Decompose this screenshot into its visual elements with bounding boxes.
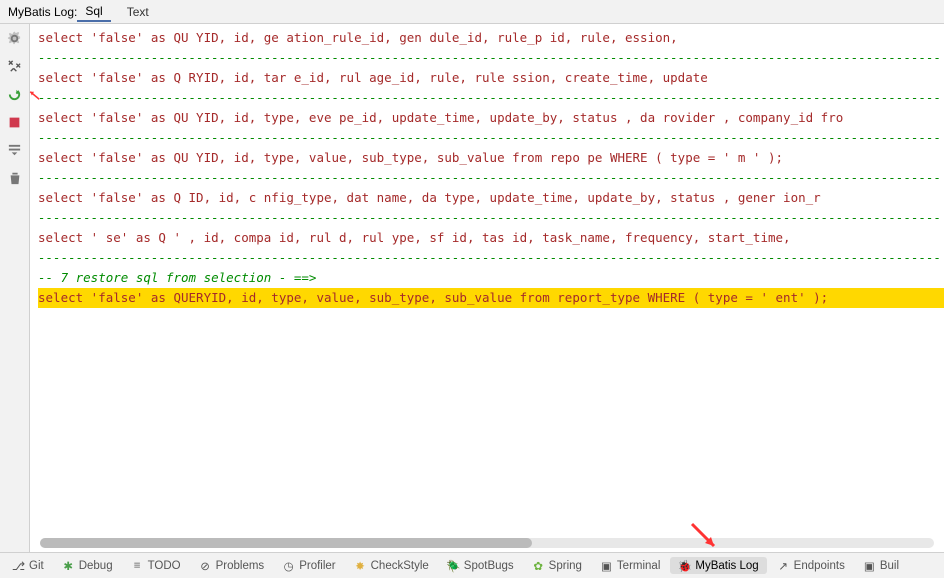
bottom-toolbar: ⎇ Git ✱ Debug ≡ TODO ⊘ Problems ◷ Profil… [0, 552, 944, 578]
bottom-debug[interactable]: ✱ Debug [54, 557, 121, 574]
debug-icon: ✱ [62, 559, 75, 572]
log-line: select ' se' as Q ' , id, compa id, rul … [38, 228, 944, 248]
log-content[interactable]: select 'false' as QU YID, id, ge ation_r… [30, 24, 944, 552]
tab-text[interactable]: Text [119, 3, 157, 21]
header-bar: MyBatis Log: Sql Text [0, 0, 944, 24]
log-line-highlighted: select 'false' as QUERYID, id, type, val… [38, 288, 944, 308]
terminal-icon: ▣ [600, 559, 613, 572]
log-separator: ----------------------------------------… [38, 128, 944, 148]
log-separator: ----------------------------------------… [38, 208, 944, 228]
bottom-problems[interactable]: ⊘ Problems [191, 557, 273, 574]
restore-icon[interactable] [5, 84, 25, 104]
bottom-git[interactable]: ⎇ Git [4, 557, 52, 574]
toolbar-left [0, 24, 30, 552]
log-line: select 'false' as Q ID, id, c nfig_type,… [38, 188, 944, 208]
problems-icon: ⊘ [199, 559, 212, 572]
git-icon: ⎇ [12, 559, 25, 572]
bottom-build[interactable]: ▣ Buil [855, 557, 907, 574]
bottom-mybatislog[interactable]: 🐞 MyBatis Log [670, 557, 766, 574]
bottom-spotbugs[interactable]: 🪲 SpotBugs [439, 557, 522, 574]
spring-icon: ✿ [532, 559, 545, 572]
profiler-icon: ◷ [282, 559, 295, 572]
log-line: select 'false' as Q RYID, id, tar e_id, … [38, 68, 944, 88]
settings-icon[interactable] [5, 28, 25, 48]
endpoints-icon: ↗ [777, 559, 790, 572]
scroll-to-end-icon[interactable] [5, 140, 25, 160]
todo-icon: ≡ [131, 559, 144, 572]
bottom-terminal[interactable]: ▣ Terminal [592, 557, 668, 574]
log-separator: ----------------------------------------… [38, 48, 944, 68]
log-separator: ----------------------------------------… [38, 88, 944, 108]
stop-icon[interactable] [5, 112, 25, 132]
log-separator: ----------------------------------------… [38, 248, 944, 268]
bottom-spring[interactable]: ✿ Spring [524, 557, 590, 574]
build-icon: ▣ [863, 559, 876, 572]
header-title: MyBatis Log: [8, 5, 77, 19]
tab-sql[interactable]: Sql [77, 2, 110, 22]
bottom-profiler[interactable]: ◷ Profiler [274, 557, 343, 574]
bottom-checkstyle[interactable]: ✸ CheckStyle [346, 557, 437, 574]
scrollbar-thumb[interactable] [40, 538, 532, 548]
bottom-endpoints[interactable]: ↗ Endpoints [769, 557, 853, 574]
tools-icon[interactable] [5, 56, 25, 76]
log-line: select 'false' as QU YID, id, type, eve … [38, 108, 944, 128]
horizontal-scrollbar[interactable] [40, 538, 934, 548]
clear-icon[interactable] [5, 168, 25, 188]
log-line: select 'false' as QU YID, id, type, valu… [38, 148, 944, 168]
mybatislog-icon: 🐞 [678, 559, 691, 572]
spotbugs-icon: 🪲 [447, 559, 460, 572]
log-line: select 'false' as QU YID, id, ge ation_r… [38, 28, 944, 48]
checkstyle-icon: ✸ [354, 559, 367, 572]
bottom-todo[interactable]: ≡ TODO [123, 557, 189, 574]
log-separator: ----------------------------------------… [38, 168, 944, 188]
log-comment: -- 7 restore sql from selection - ==> [38, 268, 944, 288]
